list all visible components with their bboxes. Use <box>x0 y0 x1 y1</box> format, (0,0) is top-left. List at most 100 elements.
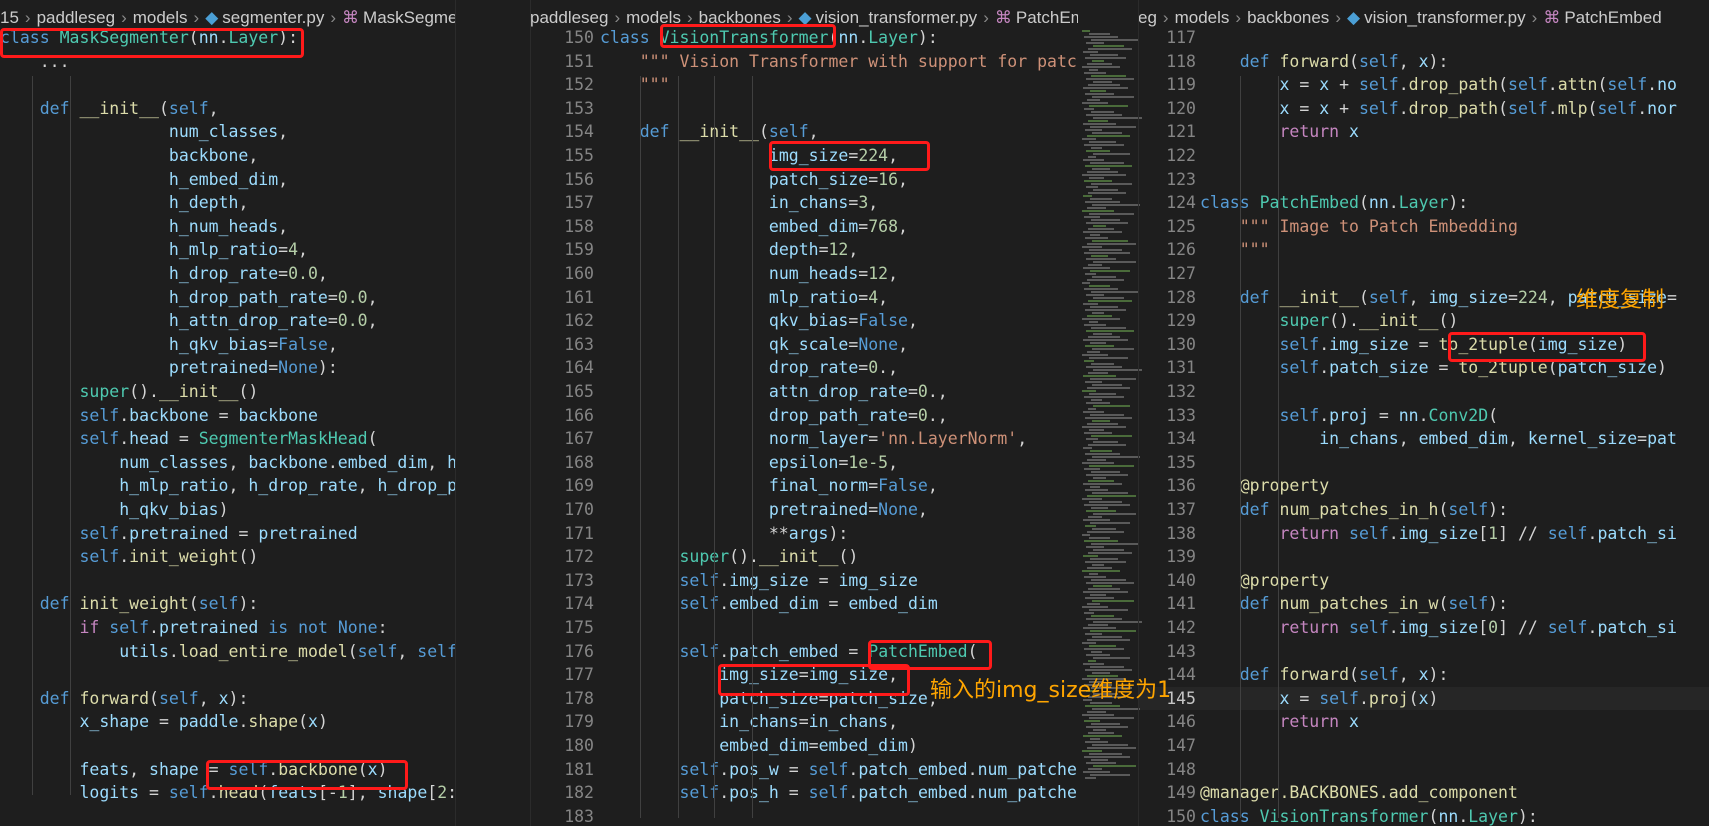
breadcrumb-item[interactable]: 15 <box>0 8 19 27</box>
code-line[interactable]: 165 attn_drop_rate=0., <box>530 380 1078 404</box>
breadcrumb-item[interactable]: paddleseg <box>37 8 115 27</box>
code-line[interactable]: self.head = SegmenterMaskHead( <box>0 427 455 451</box>
code-line[interactable]: 117 <box>1138 26 1709 50</box>
code-line[interactable]: h_qkv_bias) <box>0 498 455 522</box>
code-line[interactable]: 176 self.patch_embed = PatchEmbed( <box>530 640 1078 664</box>
code-line[interactable]: self.pretrained = pretrained <box>0 522 455 546</box>
code-line[interactable]: 124 class PatchEmbed(nn.Layer): <box>1138 191 1709 215</box>
breadcrumb-item[interactable]: PatchEmbed <box>1564 8 1661 27</box>
pane-divider[interactable] <box>530 0 531 826</box>
code-line[interactable]: 145 x = self.proj(x) <box>1138 686 1709 711</box>
code-line[interactable]: 142 return self.img_size[0] // self.patc… <box>1138 616 1709 640</box>
code-line[interactable]: 170 pretrained=None, <box>530 498 1078 522</box>
code-line[interactable]: 183 <box>530 805 1078 826</box>
code-line[interactable]: h_depth, <box>0 191 455 215</box>
code-line[interactable]: 118 def forward(self, x): <box>1138 50 1709 74</box>
code-line[interactable]: backbone, <box>0 144 455 168</box>
code-line[interactable]: 166 drop_path_rate=0., <box>530 404 1078 428</box>
code-line[interactable]: def init_weight(self): <box>0 592 455 616</box>
code-line[interactable]: 152 """ <box>530 73 1078 97</box>
code-line[interactable]: 172 super().__init__() <box>530 545 1078 569</box>
code-line[interactable]: h_qkv_bias=False, <box>0 333 455 357</box>
code-line[interactable]: self.init_weight() <box>0 545 455 569</box>
code-line[interactable]: 135 <box>1138 451 1709 475</box>
code-line[interactable] <box>0 663 455 687</box>
code-line[interactable]: 153 <box>530 97 1078 121</box>
code-line[interactable]: h_attn_drop_rate=0.0, <box>0 309 455 333</box>
code-line[interactable]: 140 @property <box>1138 569 1709 593</box>
code-line[interactable]: 171 **args): <box>530 522 1078 546</box>
code-line[interactable] <box>0 73 455 97</box>
breadcrumb-item[interactable]: segmenter.py <box>222 8 324 27</box>
code-line[interactable]: 139 <box>1138 545 1709 569</box>
code-line[interactable]: 147 <box>1138 734 1709 758</box>
code-line[interactable]: 181 self.pos_w = self.patch_embed.num_pa… <box>530 758 1078 782</box>
pane-divider[interactable] <box>455 0 456 826</box>
code-line[interactable]: h_mlp_ratio=4, <box>0 238 455 262</box>
code-line[interactable]: h_drop_rate=0.0, <box>0 262 455 286</box>
code-line[interactable]: num_classes, <box>0 120 455 144</box>
code-line[interactable]: 148 <box>1138 758 1709 782</box>
breadcrumb-item[interactable]: backbones <box>1247 8 1329 27</box>
minimap-patch-embed[interactable] <box>1690 30 1709 820</box>
code-line[interactable]: if self.pretrained is not None: <box>0 616 455 640</box>
code-line[interactable]: 126 """ <box>1138 238 1709 262</box>
code-line[interactable]: 120 x = x + self.drop_path(self.mlp(self… <box>1138 97 1709 121</box>
code-line[interactable]: def __init__(self, <box>0 97 455 121</box>
code-line[interactable]: 122 <box>1138 144 1709 168</box>
code-line[interactable]: 150 class VisionTransformer(nn.Layer): <box>1138 805 1709 826</box>
code-line[interactable]: 158 embed_dim=768, <box>530 215 1078 239</box>
code-line[interactable]: self.backbone = backbone <box>0 404 455 428</box>
code-line[interactable]: def forward(self, x): <box>0 687 455 711</box>
code-line[interactable]: 143 <box>1138 640 1709 664</box>
breadcrumb-item[interactable]: models <box>1175 8 1230 27</box>
code-line[interactable]: 163 qk_scale=None, <box>530 333 1078 357</box>
code-line[interactable]: 137 def num_patches_in_h(self): <box>1138 498 1709 522</box>
code-line[interactable] <box>0 569 455 593</box>
code-line[interactable]: 125 """ Image to Patch Embedding <box>1138 215 1709 239</box>
code-line[interactable]: utils.load_entire_model(self, self.p <box>0 640 455 664</box>
code-line[interactable]: 159 depth=12, <box>530 238 1078 262</box>
code-line[interactable]: 167 norm_layer='nn.LayerNorm', <box>530 427 1078 451</box>
code-line[interactable] <box>0 734 455 758</box>
code-line[interactable]: 161 mlp_ratio=4, <box>530 286 1078 310</box>
code-line[interactable]: 121 return x <box>1138 120 1709 144</box>
code-line[interactable]: 136 @property <box>1138 474 1709 498</box>
code-line[interactable]: x_shape = paddle.shape(x) <box>0 710 455 734</box>
breadcrumb-item[interactable]: vision_transformer.py <box>1364 8 1526 27</box>
code-line[interactable]: 151 """ Vision Transformer with support … <box>530 50 1078 74</box>
code-line[interactable]: 132 <box>1138 380 1709 404</box>
code-line[interactable]: h_mlp_ratio, h_drop_rate, h_drop_pat <box>0 474 455 498</box>
breadcrumb-item[interactable]: MaskSegmenter <box>363 8 455 27</box>
code-line[interactable]: super().__init__() <box>0 380 455 404</box>
code-line[interactable]: 175 <box>530 616 1078 640</box>
editor-pane-segmenter[interactable]: 15 › paddleseg › models › ◆ segmenter.py › ⌘ MaskS… <box>0 0 455 826</box>
code-line[interactable]: h_embed_dim, <box>0 168 455 192</box>
code-line[interactable]: 173 self.img_size = img_size <box>530 569 1078 593</box>
code-line[interactable]: num_classes, backbone.embed_dim, h_e <box>0 451 455 475</box>
code-line[interactable]: 180 embed_dim=embed_dim) <box>530 734 1078 758</box>
code-line[interactable]: 160 num_heads=12, <box>530 262 1078 286</box>
code-line[interactable]: 141 def num_patches_in_w(self): <box>1138 592 1709 616</box>
code-line[interactable]: 179 in_chans=in_chans, <box>530 710 1078 734</box>
breadcrumb-item[interactable]: models <box>133 8 188 27</box>
breadcrumb-item[interactable]: vision_transformer.py <box>816 8 978 27</box>
code-line[interactable]: 169 final_norm=False, <box>530 474 1078 498</box>
code-line[interactable]: 133 self.proj = nn.Conv2D( <box>1138 404 1709 428</box>
code-line[interactable]: 164 drop_rate=0., <box>530 356 1078 380</box>
code-line[interactable]: h_num_heads, <box>0 215 455 239</box>
code-line[interactable]: 119 x = x + self.drop_path(self.attn(sel… <box>1138 73 1709 97</box>
code-line[interactable]: 168 epsilon=1e-5, <box>530 451 1078 475</box>
code-line[interactable]: 162 qkv_bias=False, <box>530 309 1078 333</box>
breadcrumb-item[interactable]: eg <box>1138 8 1157 27</box>
code-line[interactable]: 123 <box>1138 168 1709 192</box>
code-line[interactable]: 144 def forward(self, x): <box>1138 663 1709 687</box>
breadcrumb-item[interactable]: paddleseg <box>530 8 608 27</box>
code-line[interactable]: 134 in_chans, embed_dim, kernel_size=pat <box>1138 427 1709 451</box>
editor-pane-patch-embed[interactable]: eg › models › backbones › ◆ vision_transformer.… <box>1138 0 1709 826</box>
code-line[interactable]: h_drop_path_rate=0.0, <box>0 286 455 310</box>
code-line[interactable]: 146 return x <box>1138 710 1709 734</box>
code-line[interactable]: 157 in_chans=3, <box>530 191 1078 215</box>
code-line[interactable]: 182 self.pos_h = self.patch_embed.num_pa… <box>530 781 1078 805</box>
code-line[interactable]: 149 @manager.BACKBONES.add_component <box>1138 781 1709 805</box>
